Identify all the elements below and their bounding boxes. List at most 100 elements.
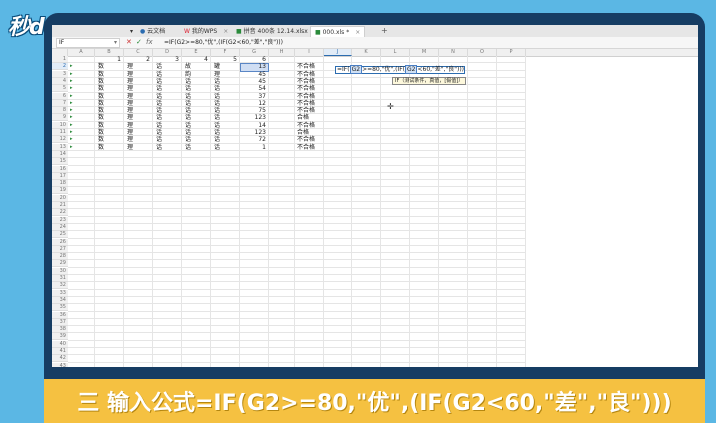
- cell-b13[interactable]: 数: [98, 144, 104, 151]
- cell-c9[interactable]: 理: [127, 114, 133, 121]
- row-header-25[interactable]: 25: [52, 231, 68, 239]
- cell-i4[interactable]: 不合格: [297, 78, 315, 85]
- select-all-corner[interactable]: [52, 49, 68, 56]
- column-header-i[interactable]: I: [295, 49, 324, 56]
- cell-i5[interactable]: 不合格: [297, 85, 315, 92]
- row-header-14[interactable]: 14: [52, 150, 68, 158]
- cell-c5[interactable]: 理: [127, 85, 133, 92]
- cell-i6[interactable]: 不合格: [297, 93, 315, 100]
- row-header-26[interactable]: 26: [52, 238, 68, 246]
- cell-g3[interactable]: 45: [240, 71, 266, 78]
- column-header-k[interactable]: K: [352, 49, 381, 56]
- cell-d13[interactable]: 话: [156, 144, 162, 151]
- cell-d10[interactable]: 话: [156, 122, 162, 129]
- cell-d3[interactable]: 话: [156, 71, 162, 78]
- cell-c12[interactable]: 理: [127, 136, 133, 143]
- cell-c6[interactable]: 理: [127, 93, 133, 100]
- cell-c1[interactable]: 2: [124, 56, 150, 63]
- cell-b2[interactable]: 数: [98, 63, 104, 70]
- row-header-11[interactable]: 11: [52, 129, 68, 136]
- row-header-19[interactable]: 19: [52, 187, 68, 195]
- row-header-13[interactable]: 13: [52, 143, 68, 151]
- column-header-e[interactable]: E: [182, 49, 211, 56]
- cell-d11[interactable]: 话: [156, 129, 162, 136]
- cell-f7[interactable]: 话: [214, 100, 220, 107]
- cell-e7[interactable]: 话: [185, 100, 191, 107]
- cell-f3[interactable]: 理: [214, 71, 220, 78]
- row-header-15[interactable]: 15: [52, 158, 68, 166]
- name-box[interactable]: IF ▾: [56, 38, 120, 48]
- row-header-7[interactable]: 7: [52, 99, 68, 107]
- tab-cloud-docs[interactable]: ● 云文档: [136, 26, 169, 37]
- chevron-down-icon[interactable]: ▾: [114, 39, 117, 47]
- cell-d7[interactable]: 话: [156, 100, 162, 107]
- column-header-f[interactable]: F: [211, 49, 240, 56]
- column-header-c[interactable]: C: [124, 49, 153, 56]
- cell-i12[interactable]: 不合格: [297, 136, 315, 143]
- row-header-16[interactable]: 16: [52, 165, 68, 173]
- row-header-24[interactable]: 24: [52, 223, 68, 231]
- insert-function-button[interactable]: fx: [146, 37, 153, 48]
- cell-f5[interactable]: 话: [214, 85, 220, 92]
- row-header-33[interactable]: 33: [52, 289, 68, 297]
- row-header-43[interactable]: 43: [52, 362, 68, 367]
- cell-i10[interactable]: 不合格: [297, 122, 315, 129]
- cell-d6[interactable]: 话: [156, 93, 162, 100]
- cell-e12[interactable]: 话: [185, 136, 191, 143]
- cell-c3[interactable]: 理: [127, 71, 133, 78]
- cell-b9[interactable]: 数: [98, 114, 104, 121]
- row-header-40[interactable]: 40: [52, 340, 68, 348]
- cell-c13[interactable]: 理: [127, 144, 133, 151]
- cell-c11[interactable]: 理: [127, 129, 133, 136]
- row-header-38[interactable]: 38: [52, 326, 68, 334]
- cell-f10[interactable]: 话: [214, 122, 220, 129]
- cell-b3[interactable]: 数: [98, 71, 104, 78]
- cell-g5[interactable]: 54: [240, 85, 266, 92]
- cell-c4[interactable]: 理: [127, 78, 133, 85]
- cell-b10[interactable]: 数: [98, 122, 104, 129]
- cell-e3[interactable]: 韵: [185, 71, 191, 78]
- cell-g9[interactable]: 123: [240, 114, 266, 121]
- row-header-5[interactable]: 5: [52, 85, 68, 93]
- row-header-28[interactable]: 28: [52, 253, 68, 261]
- row-header-8[interactable]: 8: [52, 107, 68, 115]
- row-header-3[interactable]: 3: [52, 70, 68, 78]
- cell-b5[interactable]: 数: [98, 85, 104, 92]
- cell-g11[interactable]: 123: [240, 129, 266, 136]
- row-header-21[interactable]: 21: [52, 202, 68, 209]
- cell-d5[interactable]: 话: [156, 85, 162, 92]
- row-header-17[interactable]: 17: [52, 172, 68, 180]
- cell-e10[interactable]: 话: [185, 122, 191, 129]
- cell-e13[interactable]: 话: [185, 144, 191, 151]
- close-icon[interactable]: ×: [355, 29, 360, 36]
- row-header-39[interactable]: 39: [52, 333, 68, 341]
- cell-e6[interactable]: 话: [185, 93, 191, 100]
- row-header-12[interactable]: 12: [52, 136, 68, 144]
- row-header-32[interactable]: 32: [52, 282, 68, 290]
- cell-g8[interactable]: 75: [240, 107, 266, 114]
- tab-my-wps[interactable]: W 我的WPS ×: [180, 26, 232, 37]
- row-header-6[interactable]: 6: [52, 92, 68, 100]
- cell-g12[interactable]: 72: [240, 136, 266, 143]
- row-header-20[interactable]: 20: [52, 194, 68, 202]
- row-header-1[interactable]: 1: [52, 56, 68, 63]
- row-header-31[interactable]: 31: [52, 275, 68, 282]
- cell-f1[interactable]: 5: [211, 56, 237, 63]
- cell-i11[interactable]: 合格: [297, 129, 309, 136]
- cell-i2[interactable]: 不合格: [297, 63, 315, 70]
- confirm-formula-button[interactable]: ✓: [136, 37, 142, 48]
- column-header-g[interactable]: G: [240, 49, 269, 56]
- cell-g10[interactable]: 14: [240, 122, 266, 129]
- cell-d1[interactable]: 3: [153, 56, 179, 63]
- row-header-22[interactable]: 22: [52, 209, 68, 217]
- cell-f11[interactable]: 话: [214, 129, 220, 136]
- cell-e9[interactable]: 话: [185, 114, 191, 121]
- cell-g13[interactable]: 1: [240, 144, 266, 151]
- cell-b11[interactable]: 数: [98, 129, 104, 136]
- row-header-23[interactable]: 23: [52, 216, 68, 224]
- cell-e11[interactable]: 话: [185, 129, 191, 136]
- cell-i9[interactable]: 合格: [297, 114, 309, 121]
- cell-i3[interactable]: 不合格: [297, 71, 315, 78]
- row-header-29[interactable]: 29: [52, 260, 68, 268]
- column-header-l[interactable]: L: [381, 49, 410, 56]
